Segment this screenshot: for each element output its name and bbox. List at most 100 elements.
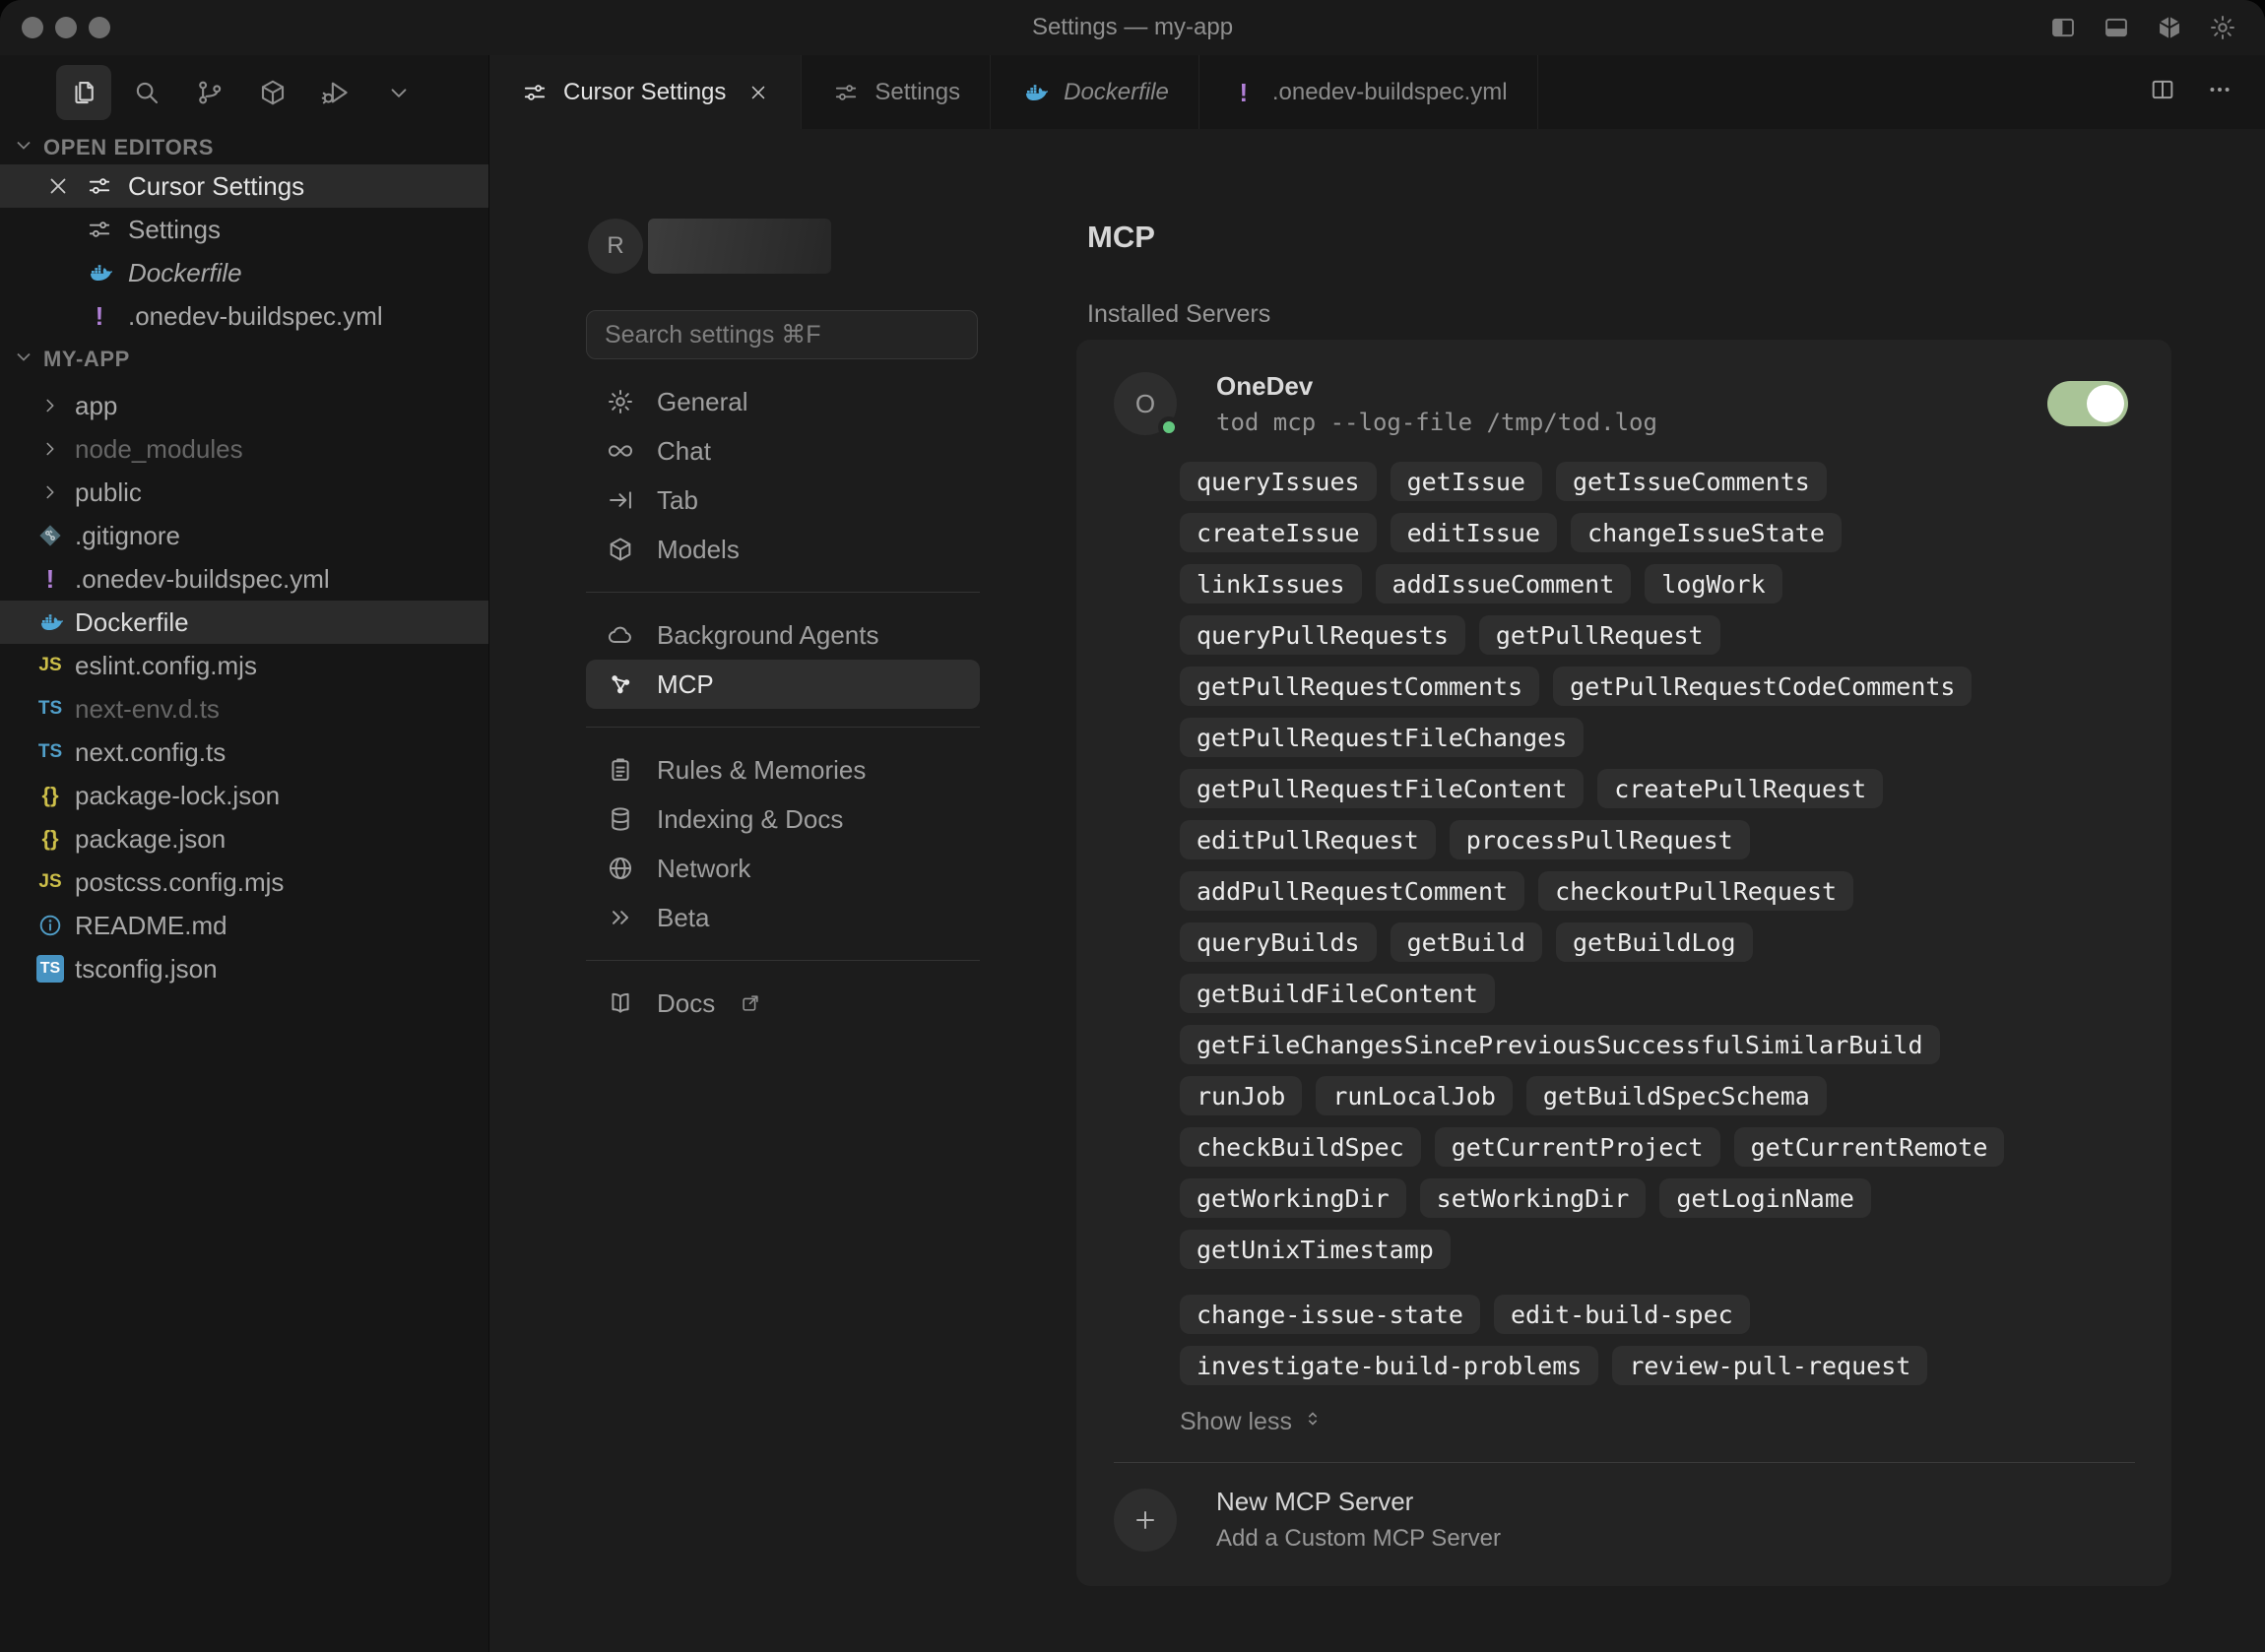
open-editors-header[interactable]: OPEN EDITORS [0,126,488,169]
prompt-chip-edit-build-spec[interactable]: edit-build-spec [1494,1295,1750,1334]
tool-chip-getloginname[interactable]: getLoginName [1659,1178,1871,1218]
tool-chip-getcurrentremote[interactable]: getCurrentRemote [1734,1127,2005,1167]
tool-chip-editissue[interactable]: editIssue [1391,513,1557,552]
tool-chip-getbuildlog[interactable]: getBuildLog [1556,922,1753,962]
file-row-eslint-config-mjs[interactable]: JSeslint.config.mjs [0,644,488,687]
file-row-app[interactable]: app [0,384,488,427]
open-editor-settings[interactable]: Settings [0,208,488,251]
toggle-knob [2087,385,2124,422]
tool-chip-getpullrequestfilechanges[interactable]: getPullRequestFileChanges [1180,718,1584,757]
tool-chip-querypullrequests[interactable]: queryPullRequests [1180,615,1465,655]
tab-onedev-buildspec-yml[interactable]: !.onedev-buildspec.yml [1199,55,1538,129]
nav-item-general[interactable]: General [586,377,980,426]
tool-chip-addissuecomment[interactable]: addIssueComment [1376,564,1632,604]
tool-chip-getissue[interactable]: getIssue [1391,462,1542,501]
tool-chip-logwork[interactable]: logWork [1645,564,1781,604]
nav-item-models[interactable]: Models [586,525,980,574]
tool-chip-processpullrequest[interactable]: processPullRequest [1450,820,1750,859]
more-actions-icon[interactable] [2206,76,2233,108]
tool-chip-getworkingdir[interactable]: getWorkingDir [1180,1178,1406,1218]
server-enabled-toggle[interactable] [2047,381,2128,426]
tab-settings[interactable]: Settings [802,55,991,129]
search-icon[interactable] [119,65,174,120]
user-avatar[interactable]: R [588,219,643,274]
tool-chip-createpullrequest[interactable]: createPullRequest [1597,769,1883,808]
file-row-postcss-config-mjs[interactable]: JSpostcss.config.mjs [0,860,488,904]
tool-chip-getunixtimestamp[interactable]: getUnixTimestamp [1180,1230,1451,1269]
tab-dockerfile[interactable]: Dockerfile [991,55,1199,129]
cube-filled-icon[interactable] [2155,13,2184,42]
tool-chip-getbuild[interactable]: getBuild [1391,922,1542,962]
nav-item-label: Beta [657,903,710,933]
file-row-package-lock-json[interactable]: {}package-lock.json [0,774,488,817]
file-row-package-json[interactable]: {}package.json [0,817,488,860]
tool-chip-getfilechangessinceprevioussuccessfulsimilarbuild[interactable]: getFileChangesSincePreviousSuccessfulSim… [1180,1025,1940,1064]
open-editor-dockerfile[interactable]: Dockerfile [0,251,488,294]
tool-chip-getpullrequestfilecontent[interactable]: getPullRequestFileContent [1180,769,1584,808]
gear-icon[interactable] [2208,13,2237,42]
tool-chip-changeissuestate[interactable]: changeIssueState [1571,513,1842,552]
file-row-next-env-d-ts[interactable]: TSnext-env.d.ts [0,687,488,731]
nav-divider [586,960,980,961]
file-name: app [75,391,117,421]
nav-item-chat[interactable]: Chat [586,426,980,476]
tool-chip-getbuildfilecontent[interactable]: getBuildFileContent [1180,974,1495,1013]
tool-chip-queryissues[interactable]: queryIssues [1180,462,1377,501]
tool-chip-getcurrentproject[interactable]: getCurrentProject [1435,1127,1720,1167]
tool-chip-getpullrequest[interactable]: getPullRequest [1479,615,1720,655]
tool-chip-editpullrequest[interactable]: editPullRequest [1180,820,1436,859]
split-editor-icon[interactable] [2149,76,2176,108]
files-icon[interactable] [56,65,111,120]
nav-item-tab[interactable]: Tab [586,476,980,525]
nav-item-network[interactable]: Network [586,844,980,893]
nav-item-rules-memories[interactable]: Rules & Memories [586,745,980,794]
tool-chip-linkissues[interactable]: linkIssues [1180,564,1362,604]
extensions-icon[interactable] [245,65,300,120]
tool-chip-setworkingdir[interactable]: setWorkingDir [1420,1178,1647,1218]
close-icon[interactable] [745,80,771,105]
tool-chip-getbuildspecschema[interactable]: getBuildSpecSchema [1526,1076,1827,1115]
nav-item-background-agents[interactable]: Background Agents [586,610,980,660]
tool-chip-getpullrequestcodecomments[interactable]: getPullRequestCodeComments [1553,667,1972,706]
nav-item-mcp[interactable]: MCP [586,660,980,709]
prompt-chip-review-pull-request[interactable]: review-pull-request [1612,1346,1927,1385]
file-name: next-env.d.ts [75,694,220,725]
tool-chip-checkoutpullrequest[interactable]: checkoutPullRequest [1538,871,1853,911]
settings-search-input[interactable] [586,310,978,359]
tool-chip-runjob[interactable]: runJob [1180,1076,1302,1115]
source-control-icon[interactable] [182,65,237,120]
nav-item-docs[interactable]: Docs [586,979,980,1028]
new-mcp-server-button[interactable]: New MCP Server Add a Custom MCP Server [1114,1487,2128,1553]
show-less-button[interactable]: Show less [1180,1407,1324,1436]
file-row-gitignore[interactable]: .gitignore [0,514,488,557]
globe-icon [606,854,635,883]
tool-chip-addpullrequestcomment[interactable]: addPullRequestComment [1180,871,1524,911]
file-row-public[interactable]: public [0,471,488,514]
tool-chip-checkbuildspec[interactable]: checkBuildSpec [1180,1127,1421,1167]
file-row-node-modules[interactable]: node_modules [0,427,488,471]
tool-chip-querybuilds[interactable]: queryBuilds [1180,922,1377,962]
tool-chip-runlocaljob[interactable]: runLocalJob [1316,1076,1513,1115]
prompt-chip-change-issue-state[interactable]: change-issue-state [1180,1295,1480,1334]
file-row-readme-md[interactable]: README.md [0,904,488,947]
nav-item-indexing-docs[interactable]: Indexing & Docs [586,794,980,844]
chevron-down-icon[interactable] [371,65,426,120]
prompt-chip-investigate-build-problems[interactable]: investigate-build-problems [1180,1346,1598,1385]
open-editor-cursor-settings[interactable]: Cursor Settings [0,164,488,208]
open-editor-onedev-buildspec-yml[interactable]: !.onedev-buildspec.yml [0,294,488,338]
close-icon[interactable] [45,173,71,199]
tool-chip-getpullrequestcomments[interactable]: getPullRequestComments [1180,667,1539,706]
file-row-next-config-ts[interactable]: TSnext.config.ts [0,731,488,774]
tab-cursor-settings[interactable]: Cursor Settings [490,55,802,129]
tool-chip-getissuecomments[interactable]: getIssueComments [1556,462,1827,501]
file-row-dockerfile[interactable]: Dockerfile [0,601,488,644]
file-row-tsconfig-json[interactable]: TStsconfig.json [0,947,488,990]
nav-item-beta[interactable]: Beta [586,893,980,942]
project-header[interactable]: MY-APP [0,338,488,381]
panel-left-icon[interactable] [2048,13,2078,42]
tool-chip-createissue[interactable]: createIssue [1180,513,1377,552]
file-name: package.json [75,824,226,855]
debug-icon[interactable] [308,65,363,120]
panel-bottom-icon[interactable] [2102,13,2131,42]
file-row-onedev-buildspec-yml[interactable]: !.onedev-buildspec.yml [0,557,488,601]
